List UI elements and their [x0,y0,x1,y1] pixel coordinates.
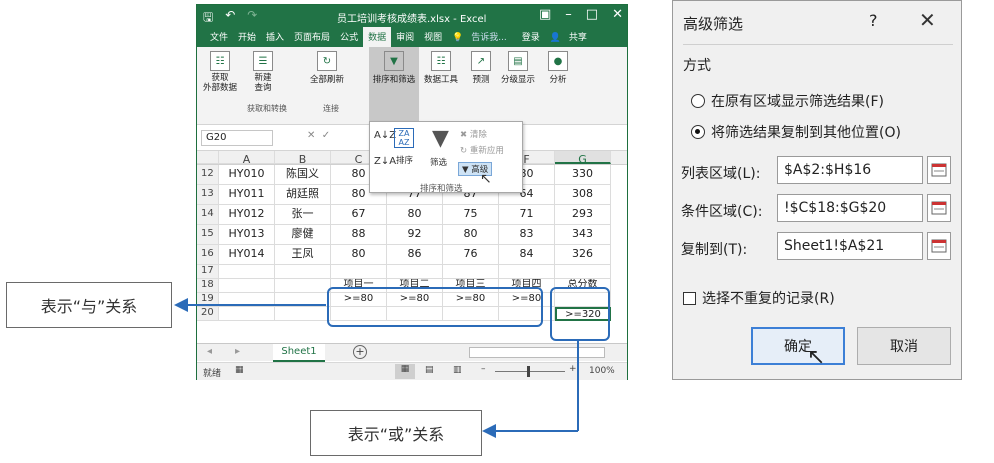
or-arrow-head [482,424,496,438]
radio-indicator [691,94,705,108]
filter-in-place-label: 在原有区域显示筛选结果(F) [711,94,884,110]
range-select-icon [931,201,947,215]
ok-button[interactable]: 确定 [751,327,845,365]
title-separator [683,44,953,45]
list-range-collapse-button[interactable] [927,156,951,184]
or-relation-text: 表示“或”关系 [347,425,445,444]
dialog-close-icon[interactable]: ✕ [919,8,936,32]
copy-to-location-radio[interactable]: 将筛选结果复制到其他位置(O) [691,122,901,142]
copy-to-input[interactable]: Sheet1!$A$21 [777,232,923,260]
list-range-label: 列表区域(L): [681,166,761,182]
help-button[interactable]: ? [869,11,878,30]
criteria-range-label: 条件区域(C): [681,204,763,220]
copy-to-collapse-button[interactable] [927,232,951,260]
cancel-label: 取消 [890,339,918,355]
unique-records-label: 选择不重复的记录(R) [702,291,835,307]
range-select-icon [931,239,947,253]
criteria-range-input[interactable]: !$C$18:$G$20 [777,194,923,222]
criteria-range-collapse-button[interactable] [927,194,951,222]
cancel-button[interactable]: 取消 [857,327,951,365]
checkbox-indicator [683,291,696,305]
dialog-title: 高级筛选 [683,15,744,33]
action-section-label: 方式 [683,58,711,74]
or-relation-callout: 表示“或”关系 [310,410,482,456]
radio-indicator-selected [691,125,705,139]
and-arrow-head [174,298,188,312]
list-range-input[interactable]: $A$2:$H$16 [777,156,923,184]
unique-records-checkbox[interactable]: 选择不重复的记录(R) [683,288,835,308]
copy-to-location-label: 将筛选结果复制到其他位置(O) [711,125,901,141]
advanced-filter-dialog: 高级筛选 ? ✕ 方式 在原有区域显示筛选结果(F) 将筛选结果复制到其他位置(… [672,0,962,380]
filter-in-place-radio[interactable]: 在原有区域显示筛选结果(F) [691,91,884,111]
range-select-icon [931,163,947,177]
copy-to-label: 复制到(T): [681,242,748,258]
mouse-pointer-icon: ↖ [807,345,826,370]
